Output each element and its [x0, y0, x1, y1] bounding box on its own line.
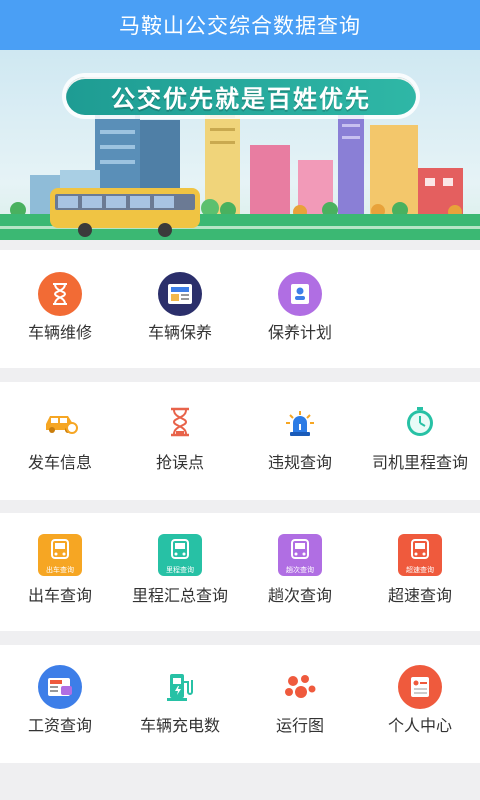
menu-label: 抢误点	[155, 453, 204, 472]
car-icon	[38, 400, 82, 444]
bus-icon: 里程查询	[158, 534, 202, 576]
menu-item-departure-info[interactable]: 发车信息	[0, 382, 120, 500]
menu-item-trip-query[interactable]: 出车查询 出车查询	[0, 513, 120, 631]
icon-caption: 超速查询	[406, 566, 434, 574]
menu-item-service-plan[interactable]: 保养计划	[240, 250, 360, 368]
user-list-icon	[398, 665, 442, 709]
menu-label: 超速查询	[387, 586, 452, 605]
icon-caption: 趟次查询	[286, 566, 314, 574]
wallet-news-icon	[38, 665, 82, 709]
charging-station-icon	[158, 665, 202, 709]
menu-label: 车辆充电数	[139, 716, 220, 735]
menu-label: 车辆维修	[27, 323, 92, 342]
menu-item-mileage-summary[interactable]: 里程查询 里程汇总查询	[120, 513, 240, 631]
menu-item-salary-query[interactable]: 工资查询	[0, 645, 120, 763]
stopwatch-icon	[398, 400, 442, 444]
slogan-pill: 公交优先就是百姓优先	[66, 77, 416, 115]
slogan-text: 公交优先就是百姓优先	[111, 84, 371, 113]
menu-label: 保养计划	[267, 323, 332, 342]
hourglass-icon	[38, 272, 82, 316]
menu-label: 趟次查询	[267, 586, 332, 605]
news-icon	[158, 272, 202, 316]
menu-item-vehicle-service[interactable]: 车辆保养	[120, 250, 240, 368]
menu-label: 车辆保养	[147, 323, 212, 342]
app-title: 马鞍山公交综合数据查询	[119, 14, 361, 38]
dots-cluster-icon	[278, 665, 322, 709]
menu-item-driver-mileage[interactable]: 司机里程查询	[360, 382, 480, 500]
bus-icon: 趟次查询	[278, 534, 322, 576]
query-section: 出车查询 出车查询 里程查询 里程汇总查询 趟次查询 趟次查询 超速查询 超速查…	[0, 513, 480, 631]
menu-item-run-chart[interactable]: 运行图	[240, 645, 360, 763]
hourglass-outline-icon	[158, 400, 202, 444]
menu-item-violation-query[interactable]: 违规查询	[240, 382, 360, 500]
menu-label: 发车信息	[27, 453, 92, 472]
alarm-light-icon	[278, 400, 322, 444]
menu-label: 个人中心	[387, 716, 452, 735]
promo-banner[interactable]: 公交优先就是百姓优先	[0, 50, 480, 240]
menu-item-speeding-query[interactable]: 超速查询 超速查询	[360, 513, 480, 631]
menu-label: 工资查询	[27, 716, 92, 735]
icon-caption: 出车查询	[46, 566, 74, 574]
maintenance-section: 车辆维修 车辆保养 保养计划	[0, 250, 480, 368]
menu-label: 运行图	[275, 716, 324, 735]
person-document-icon	[278, 272, 322, 316]
icon-caption: 里程查询	[166, 566, 194, 574]
bus-icon: 出车查询	[38, 534, 82, 576]
menu-label: 里程汇总查询	[131, 586, 228, 605]
menu-item-charging-count[interactable]: 车辆充电数	[120, 645, 240, 763]
menu-item-personal-center[interactable]: 个人中心	[360, 645, 480, 763]
menu-item-trip-count[interactable]: 趟次查询 趟次查询	[240, 513, 360, 631]
dispatch-section: 发车信息 抢误点 违规查询 司机里程查询	[0, 382, 480, 500]
menu-item-vehicle-repair[interactable]: 车辆维修	[0, 250, 120, 368]
menu-label: 违规查询	[267, 453, 332, 472]
menu-label: 出车查询	[27, 586, 92, 605]
personal-section: 工资查询 车辆充电数 运行图 个人中心	[0, 645, 480, 763]
menu-item-late-tracking[interactable]: 抢误点	[120, 382, 240, 500]
bus-icon: 超速查询	[398, 534, 442, 576]
app-header: 马鞍山公交综合数据查询	[0, 0, 480, 50]
menu-label: 司机里程查询	[371, 453, 468, 472]
